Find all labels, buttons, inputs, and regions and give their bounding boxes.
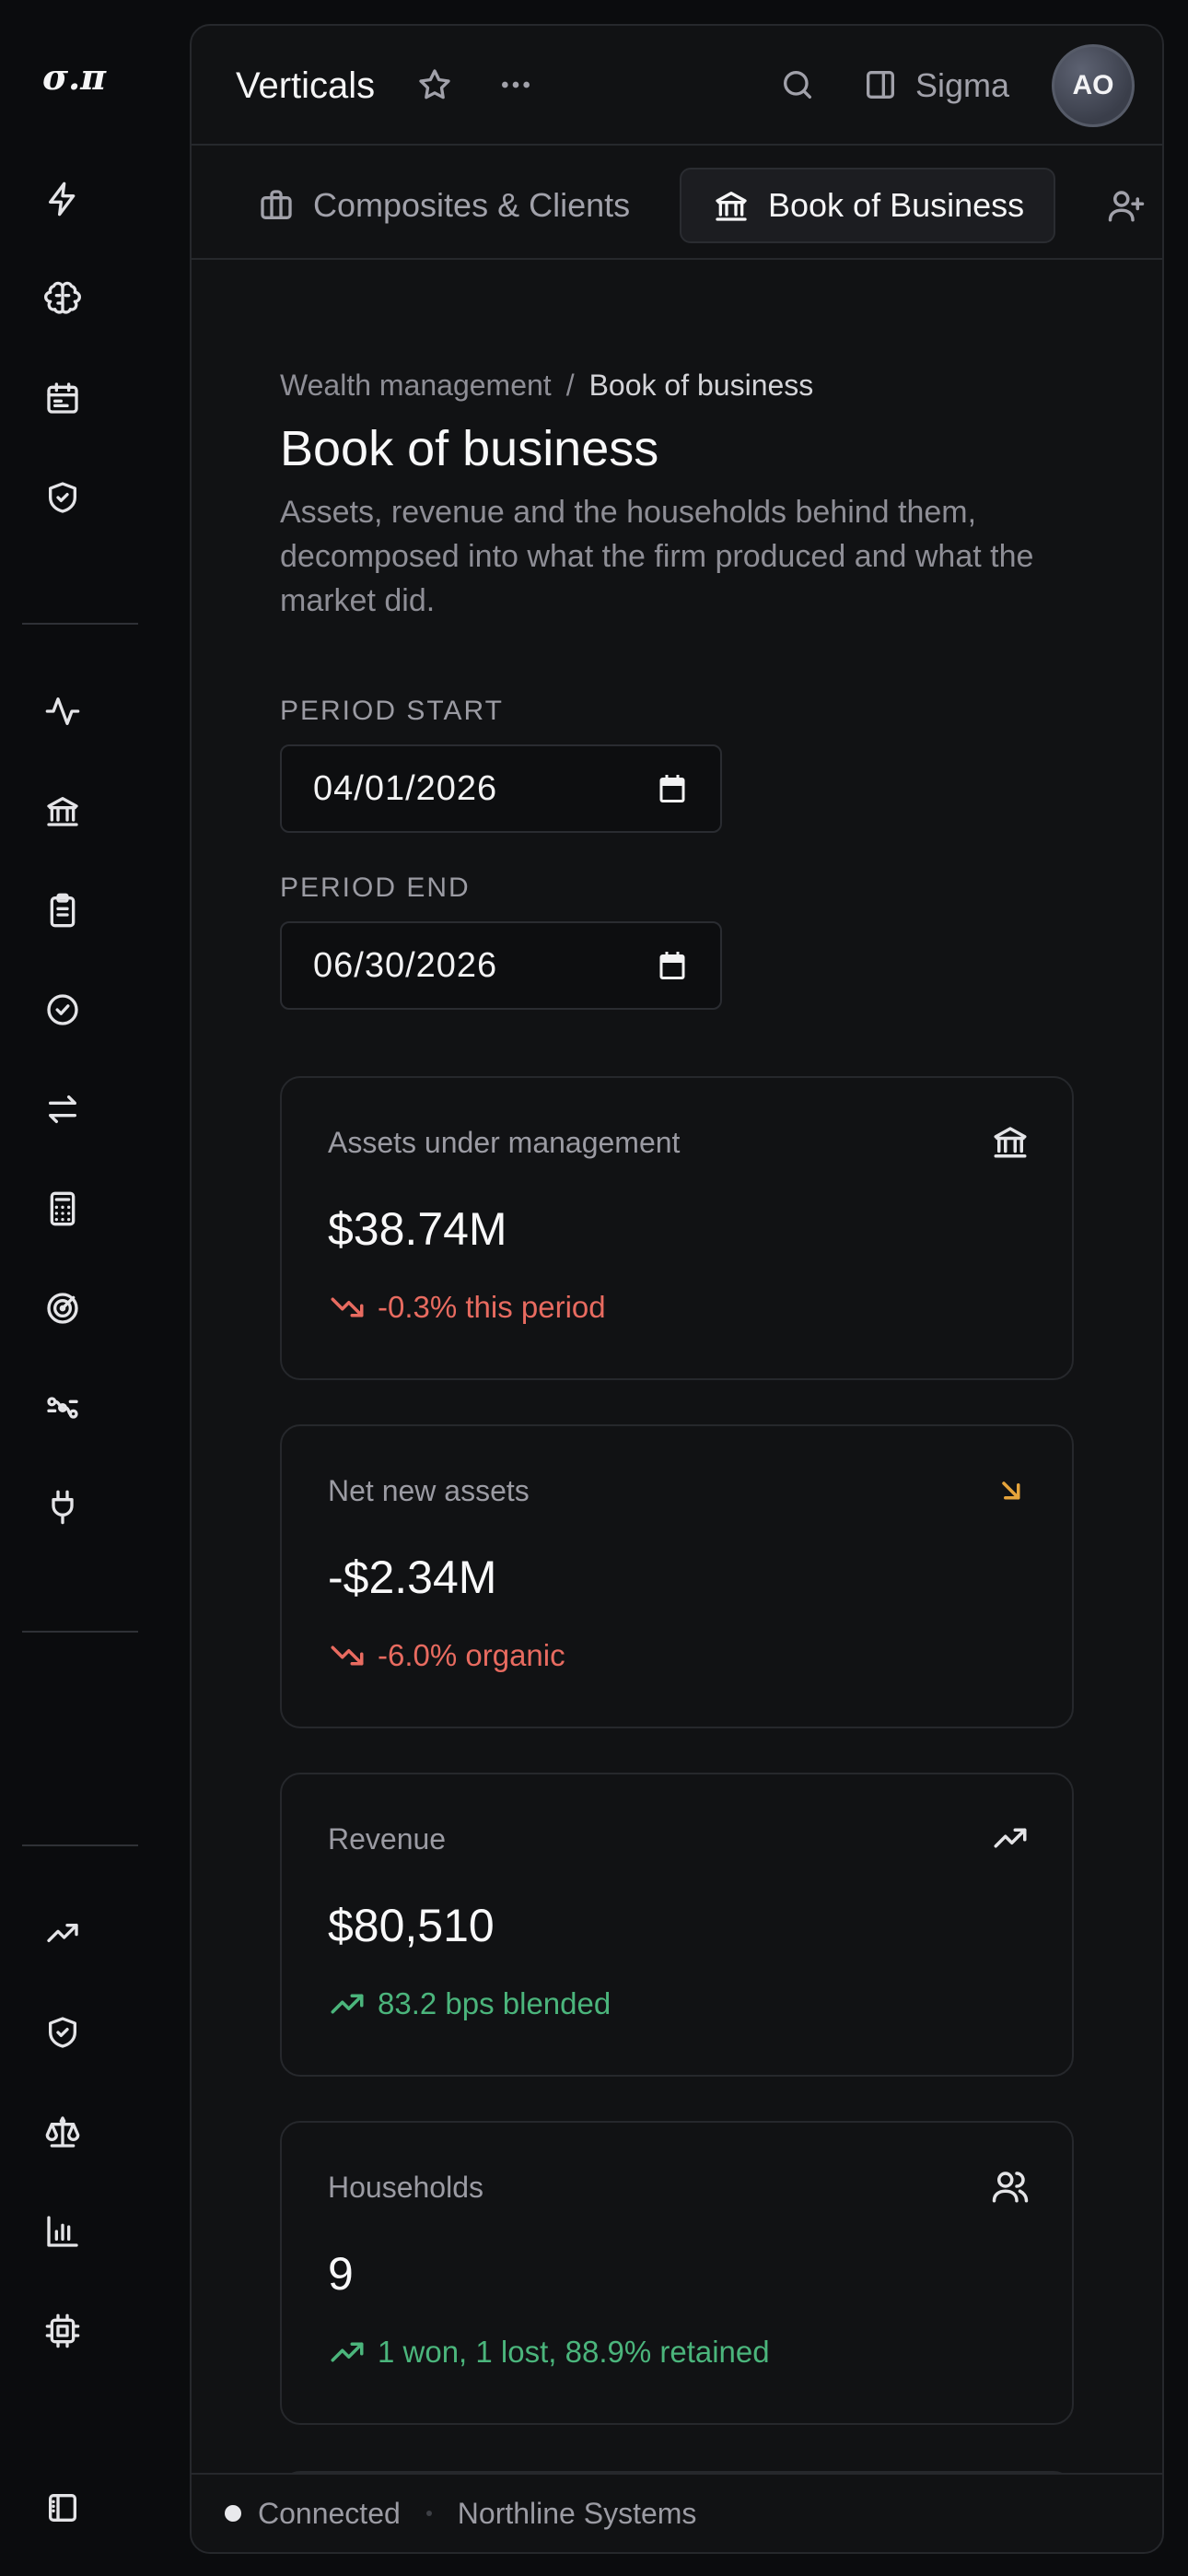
card-delta-text: -6.0% organic xyxy=(378,1638,565,1672)
households-card: Households 9 1 won, 1 lost, 88.9% retain… xyxy=(280,2121,1074,2425)
page-title: Book of business xyxy=(280,421,659,476)
workspace-title[interactable]: Verticals xyxy=(236,63,375,109)
organization-name: Northline Systems xyxy=(457,2496,697,2530)
trending-up-icon[interactable] xyxy=(31,1902,94,1964)
add-user-icon[interactable] xyxy=(1107,186,1146,225)
card-value: -$2.34M xyxy=(328,1551,497,1603)
revenue-card: Revenue $80,510 83.2 bps blended xyxy=(280,1773,1074,2077)
period-start-label: PERIOD START xyxy=(280,696,504,726)
status-separator xyxy=(425,2511,432,2516)
search-icon[interactable] xyxy=(779,66,816,103)
card-label: Households xyxy=(328,2171,483,2204)
period-end-label: PERIOD END xyxy=(280,872,471,903)
more-horizontal-icon[interactable] xyxy=(497,66,534,103)
card-label: Revenue xyxy=(328,1822,447,1856)
card-delta: -0.3% this period xyxy=(328,1288,606,1327)
workflow-icon[interactable] xyxy=(31,1376,94,1439)
brain-icon[interactable] xyxy=(31,267,94,330)
calendar-icon[interactable] xyxy=(31,367,94,429)
badge-check-icon[interactable] xyxy=(31,978,94,1041)
trending-up-icon xyxy=(331,2342,364,2362)
card-delta: 83.2 bps blended xyxy=(328,1985,611,2023)
arrow-down-right-icon xyxy=(991,1470,1030,1509)
tab-composites-clients[interactable]: Composites & Clients xyxy=(230,168,659,243)
period-end-input[interactable]: 06/30/2026 xyxy=(280,921,722,1010)
plug-icon[interactable] xyxy=(31,1476,94,1539)
shield-check-icon[interactable] xyxy=(31,2001,94,2064)
activity-icon[interactable] xyxy=(31,680,94,743)
card-label: Assets under management xyxy=(328,1126,681,1159)
users-icon xyxy=(991,2167,1030,2206)
avatar[interactable]: AO xyxy=(1052,44,1135,127)
trending-up-icon xyxy=(331,1994,364,2014)
page-subtitle: Assets, revenue and the households behin… xyxy=(280,495,1034,618)
app-logo[interactable]: σ.π xyxy=(42,53,120,101)
bank-icon[interactable] xyxy=(31,779,94,842)
card-delta-text: 83.2 bps blended xyxy=(378,1986,611,2020)
scale-icon[interactable] xyxy=(31,2101,94,2163)
cpu-icon[interactable] xyxy=(31,2300,94,2362)
card-delta: -6.0% organic xyxy=(328,1636,565,1675)
bar-chart-icon[interactable] xyxy=(31,2200,94,2263)
card-value: 9 xyxy=(328,2248,354,2300)
breadcrumb-current: Book of business xyxy=(588,369,814,402)
trending-up-icon xyxy=(991,1819,1030,1857)
main-panel: Verticals Sigma AO Composites & Clients … xyxy=(190,24,1164,2554)
tab-label: Book of Business xyxy=(768,186,1025,224)
clipboard-icon[interactable] xyxy=(31,879,94,942)
tab-label: Composites & Clients xyxy=(313,186,631,224)
bank-icon xyxy=(991,1122,1030,1161)
connection-status: Connected xyxy=(258,2496,401,2530)
period-start-input[interactable]: 04/01/2026 xyxy=(280,744,722,833)
sidebar-toggle-icon[interactable] xyxy=(31,2476,94,2539)
aum-card: Assets under management $38.74M -0.3% th… xyxy=(280,1076,1074,1380)
calendar-icon[interactable] xyxy=(656,772,689,805)
card-label: Net new assets xyxy=(328,1474,530,1507)
tab-bar: Composites & Clients Book of Business xyxy=(192,147,1162,260)
connection-status-dot xyxy=(225,2505,241,2522)
left-rail: σ.π xyxy=(0,0,188,2576)
card-value: $80,510 xyxy=(328,1900,495,1951)
panel-right-icon[interactable] xyxy=(862,66,899,103)
briefcase-icon xyxy=(261,190,292,219)
net-new-assets-card: Net new assets -$2.34M -6.0% organic xyxy=(280,1424,1074,1728)
tab-book-of-business[interactable]: Book of Business xyxy=(680,168,1056,243)
breadcrumb: Wealth management / Book of business xyxy=(280,367,813,404)
rail-divider xyxy=(22,1844,138,1846)
breadcrumb-separator: / xyxy=(565,369,575,402)
calendar-icon[interactable] xyxy=(656,949,689,982)
rail-divider xyxy=(22,623,138,625)
rail-divider xyxy=(22,1631,138,1633)
bolt-icon[interactable] xyxy=(31,168,94,230)
card-delta-text: 1 won, 1 lost, 88.9% retained xyxy=(378,2335,770,2369)
trending-down-icon xyxy=(331,1297,364,1317)
bank-icon xyxy=(716,192,747,221)
arrows-left-right-icon[interactable] xyxy=(31,1078,94,1141)
sigma-button[interactable]: Sigma xyxy=(915,64,1009,107)
status-bar: Connected Northline Systems xyxy=(192,2473,1162,2552)
trending-down-icon xyxy=(331,1645,364,1666)
radar-icon[interactable] xyxy=(31,1277,94,1340)
calculator-icon[interactable] xyxy=(31,1177,94,1240)
breadcrumb-parent[interactable]: Wealth management xyxy=(280,369,552,402)
card-delta-text: -0.3% this period xyxy=(378,1290,606,1324)
shield-check-icon[interactable] xyxy=(31,466,94,529)
period-start-value: 04/01/2026 xyxy=(313,768,498,808)
star-icon[interactable] xyxy=(416,66,453,103)
card-value: $38.74M xyxy=(328,1203,507,1255)
card-delta: 1 won, 1 lost, 88.9% retained xyxy=(328,2333,770,2371)
period-end-value: 06/30/2026 xyxy=(313,945,498,985)
top-bar: Verticals Sigma AO xyxy=(192,26,1162,146)
